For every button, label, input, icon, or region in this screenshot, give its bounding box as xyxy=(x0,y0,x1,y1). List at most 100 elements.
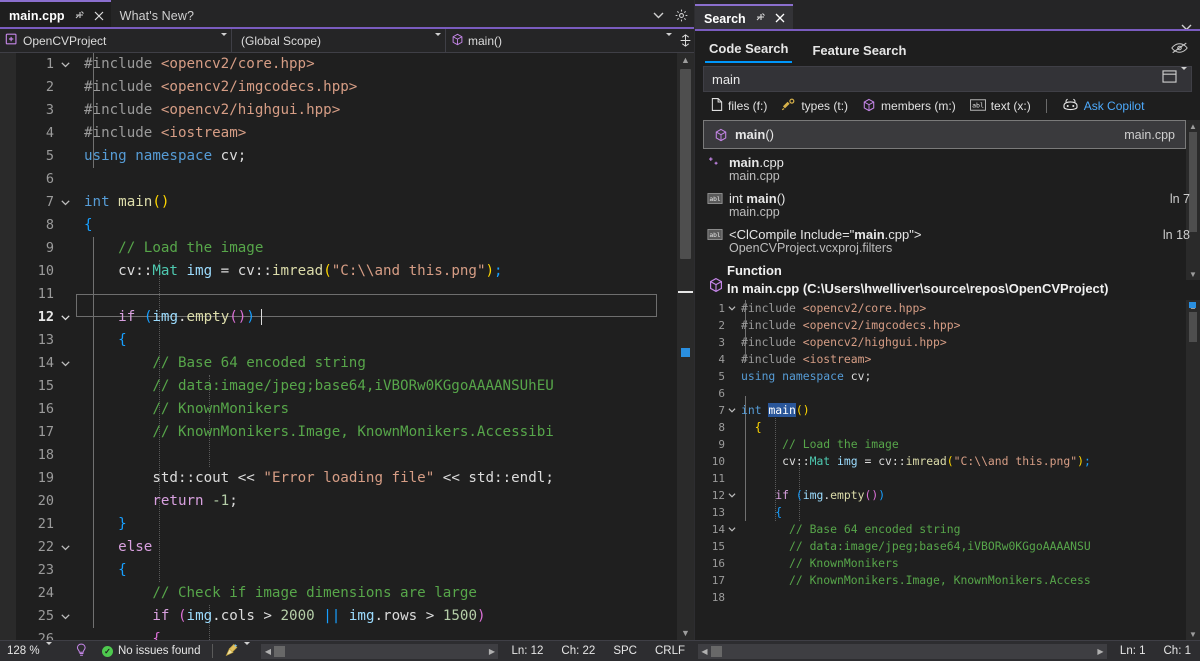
chevron-down-icon[interactable] xyxy=(244,645,250,657)
preview-line[interactable]: 8 { xyxy=(695,419,1186,436)
result-row[interactable]: abl int main() ln 7 main.cpp xyxy=(695,186,1200,222)
code-line[interactable]: 11 xyxy=(16,283,677,306)
preview-line[interactable]: 4#include <iostream> xyxy=(695,351,1186,368)
code-line[interactable]: 16 // KnownMonikers xyxy=(16,398,677,421)
code-line[interactable]: 22 else xyxy=(16,536,677,559)
preview-line[interactable]: 11 xyxy=(695,470,1186,487)
tab-code-search[interactable]: Code Search xyxy=(705,41,792,63)
preview-vertical-scrollbar[interactable]: ▲ ▼ xyxy=(1186,300,1200,640)
line-ending-indicator[interactable]: CRLF xyxy=(646,645,694,657)
fold-toggle-icon[interactable] xyxy=(54,545,76,551)
issues-status[interactable]: ✓ No issues found xyxy=(95,645,207,657)
scroll-right-arrow[interactable]: ▶ xyxy=(485,647,498,656)
scrollbar-track[interactable] xyxy=(711,644,1094,659)
tab-feature-search[interactable]: Feature Search xyxy=(808,43,910,63)
code-text-area[interactable]: 1 #include <opencv2/core.hpp> 2 #include… xyxy=(16,53,677,640)
project-dropdown[interactable]: OpenCVProject xyxy=(0,29,232,52)
close-icon[interactable] xyxy=(94,11,104,21)
bulb-icon-item[interactable] xyxy=(68,643,95,660)
preview-line[interactable]: 16 // KnownMonikers xyxy=(695,555,1186,572)
member-dropdown[interactable]: main() xyxy=(446,29,676,52)
scroll-right-arrow[interactable]: ▶ xyxy=(1094,647,1107,656)
filter-text[interactable]: abl text (x:) xyxy=(966,97,1035,116)
ask-copilot-button[interactable]: Ask Copilot xyxy=(1058,96,1149,116)
chevron-down-icon[interactable] xyxy=(46,645,52,657)
chevron-down-icon[interactable] xyxy=(666,36,672,46)
preview-line[interactable]: 18 xyxy=(695,589,1186,606)
preview-off-eye-icon[interactable] xyxy=(1171,41,1200,63)
scroll-left-arrow[interactable]: ◀ xyxy=(261,647,274,656)
preview-line[interactable]: 6 xyxy=(695,385,1186,402)
pin-icon[interactable] xyxy=(755,12,766,26)
code-line[interactable]: 9 // Load the image xyxy=(16,237,677,260)
code-line[interactable]: 7 int main() xyxy=(16,191,677,214)
fold-toggle-icon[interactable] xyxy=(54,200,76,206)
code-line[interactable]: 14 // Base 64 encoded string xyxy=(16,352,677,375)
filter-files[interactable]: files (f:) xyxy=(707,96,771,116)
code-line[interactable]: 10 cv::Mat img = cv::imread("C:\\and thi… xyxy=(16,260,677,283)
code-line[interactable]: 17 // KnownMonikers.Image, KnownMonikers… xyxy=(16,421,677,444)
close-icon[interactable] xyxy=(775,12,785,26)
line-indicator[interactable]: Ln: 12 xyxy=(502,645,552,657)
gear-icon[interactable] xyxy=(675,9,688,22)
search-results-list[interactable]: ▲ ▼ main() main.cpp xyxy=(695,120,1200,258)
preview-line[interactable]: 1#include <opencv2/core.hpp> xyxy=(695,300,1186,317)
filter-members[interactable]: members (m:) xyxy=(858,96,960,117)
code-line[interactable]: 5 using namespace cv; xyxy=(16,145,677,168)
chevron-down-icon[interactable] xyxy=(435,36,441,46)
code-line[interactable]: 24 // Check if image dimensions are larg… xyxy=(16,582,677,605)
preview-line[interactable]: 9 // Load the image xyxy=(695,436,1186,453)
scroll-up-arrow[interactable]: ▲ xyxy=(1186,120,1200,132)
formatting-control[interactable] xyxy=(218,643,257,660)
fold-toggle-icon[interactable] xyxy=(54,361,76,367)
scroll-up-arrow[interactable]: ▲ xyxy=(677,53,694,67)
fold-toggle-icon[interactable] xyxy=(725,408,739,413)
preview-line[interactable]: 3#include <opencv2/highgui.hpp> xyxy=(695,334,1186,351)
search-input[interactable]: main xyxy=(703,66,1192,92)
code-line[interactable]: 26 { xyxy=(16,628,677,640)
code-editor[interactable]: 1 #include <opencv2/core.hpp> 2 #include… xyxy=(0,53,694,640)
scroll-down-arrow[interactable]: ▼ xyxy=(677,626,694,640)
code-line[interactable]: 8 { xyxy=(16,214,677,237)
column-indicator[interactable]: Ch: 22 xyxy=(552,645,604,657)
code-line[interactable]: 3 #include <opencv2/highgui.hpp> xyxy=(16,99,677,122)
code-line[interactable]: 25 if (img.cols > 2000 || img.rows > 150… xyxy=(16,605,677,628)
chevron-down-icon[interactable] xyxy=(653,12,664,19)
code-line[interactable]: 13 { xyxy=(16,329,677,352)
scrollbar-thumb[interactable] xyxy=(680,69,691,259)
tab-whats-new[interactable]: What's New? xyxy=(111,2,201,29)
line-indicator[interactable]: Ln: 1 xyxy=(1111,645,1155,657)
result-row[interactable]: abl <ClCompile Include="main.cpp"> ln 18… xyxy=(695,222,1200,258)
tab-main-cpp[interactable]: main.cpp xyxy=(0,0,111,29)
preview-line[interactable]: 5using namespace cv; xyxy=(695,368,1186,385)
scrollbar-track[interactable] xyxy=(274,644,485,659)
scroll-left-arrow[interactable]: ◀ xyxy=(698,647,711,656)
scrollbar-thumb[interactable] xyxy=(274,646,285,657)
fold-toggle-icon[interactable] xyxy=(725,527,739,532)
scroll-down-arrow[interactable]: ▼ xyxy=(1186,268,1200,280)
code-line-current[interactable]: 12 if (img.empty()) xyxy=(16,306,677,329)
preview-line[interactable]: 14 // Base 64 encoded string xyxy=(695,521,1186,538)
editor-vertical-scrollbar[interactable]: ▲ ▼ xyxy=(677,53,694,640)
scroll-down-arrow[interactable]: ▼ xyxy=(1186,628,1200,640)
result-row[interactable]: main.cpp main.cpp xyxy=(695,149,1200,186)
pin-icon[interactable] xyxy=(74,10,85,21)
code-line[interactable]: 19 std::cout << "Error loading file" << … xyxy=(16,467,677,490)
code-line[interactable]: 6 xyxy=(16,168,677,191)
preview-line[interactable]: 17 // KnownMonikers.Image, KnownMonikers… xyxy=(695,572,1186,589)
code-line[interactable]: 1 #include <opencv2/core.hpp> xyxy=(16,53,677,76)
scope-dropdown[interactable]: (Global Scope) xyxy=(232,29,446,52)
fold-toggle-icon[interactable] xyxy=(54,614,76,620)
search-window-tab[interactable]: Search xyxy=(695,4,793,31)
preview-line[interactable]: 10 cv::Mat img = cv::imread("C:\\and thi… xyxy=(695,453,1186,470)
chevron-down-icon[interactable] xyxy=(1181,70,1187,88)
fold-toggle-icon[interactable] xyxy=(725,493,739,498)
preview-line[interactable]: 13 { xyxy=(695,504,1186,521)
fold-toggle-icon[interactable] xyxy=(54,62,76,68)
preview-line[interactable]: 2#include <opencv2/imgcodecs.hpp> xyxy=(695,317,1186,334)
code-line[interactable]: 2 #include <opencv2/imgcodecs.hpp> xyxy=(16,76,677,99)
fold-toggle-icon[interactable] xyxy=(54,315,76,321)
result-row-selected[interactable]: main() main.cpp xyxy=(703,120,1186,149)
preview-line[interactable]: 7int main() xyxy=(695,402,1186,419)
editor-horizontal-scrollbar[interactable]: ◀ ▶ xyxy=(261,644,498,659)
